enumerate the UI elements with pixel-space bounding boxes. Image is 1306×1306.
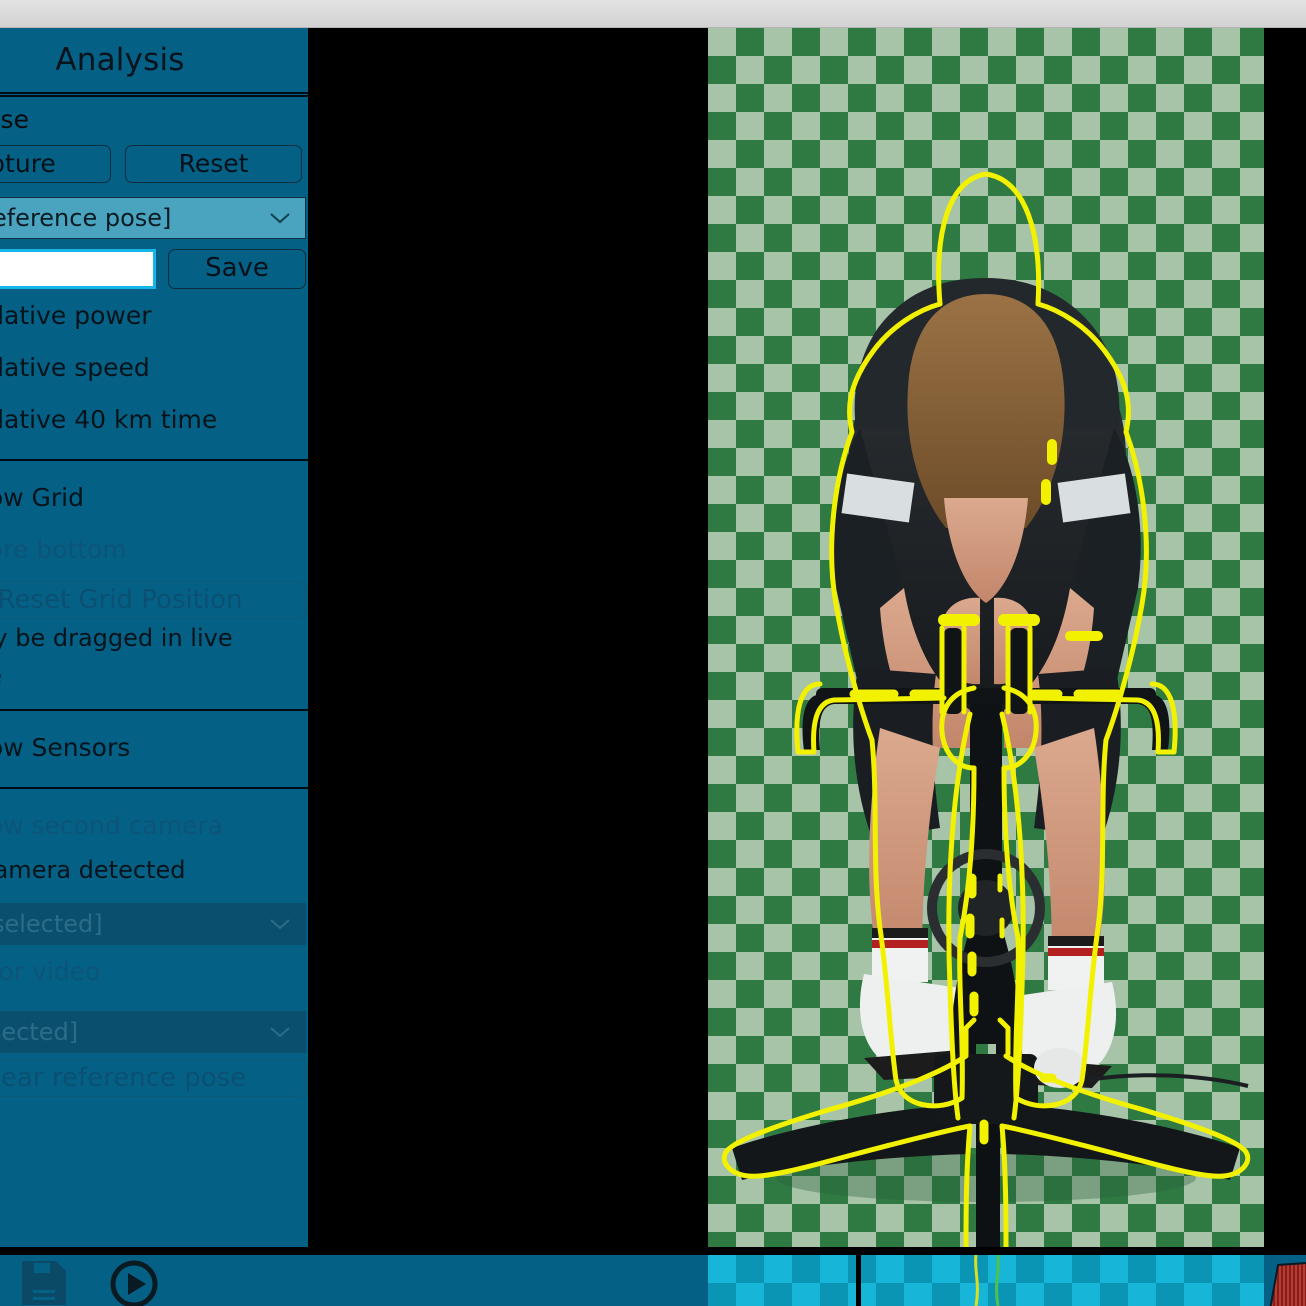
mini-chart-svg	[1266, 1255, 1306, 1306]
reset-button[interactable]: Reset	[125, 145, 302, 183]
source-select[interactable]: e selected]	[0, 1011, 306, 1053]
reference-pose-section-label: ce Pose	[0, 97, 308, 143]
mini-chart	[1266, 1255, 1306, 1306]
show-sensors-label: how Sensors	[0, 733, 130, 762]
metric-label: relative power	[0, 301, 152, 330]
grid-hint: n only be dragged in live mode	[0, 619, 308, 695]
mirror-video-row[interactable]: irror video	[0, 945, 308, 997]
analysis-panel: Analysis ce Pose pture Reset ed referenc…	[0, 28, 308, 1247]
capture-button[interactable]: pture	[0, 145, 111, 183]
reset-grid-position-button[interactable]: Reset Grid Position	[0, 581, 306, 619]
reference-pose-select[interactable]: ed reference pose]	[0, 197, 306, 239]
video-stage[interactable]	[308, 28, 1306, 1247]
grid-section-divider	[0, 459, 308, 461]
show-grid-row[interactable]: how Grid	[0, 471, 308, 523]
chevron-down-icon	[269, 212, 291, 224]
clear-reference-pose-button[interactable]: lear reference pose	[0, 1059, 306, 1097]
app-root: Analysis ce Pose pture Reset ed referenc…	[0, 0, 1306, 1306]
timeline-playhead[interactable]	[856, 1255, 861, 1306]
rider-image	[708, 28, 1264, 1247]
bottom-toolbar	[0, 1251, 1306, 1306]
ignore-bottom-label: nore bottom	[0, 535, 127, 564]
window-titlebar	[0, 0, 1306, 28]
reference-pose-select-value: ed reference pose]	[0, 204, 171, 232]
timeline-trace	[708, 1255, 1264, 1306]
toolbar-buttons	[18, 1259, 160, 1306]
metric-row-relative-power[interactable]: relative power	[0, 289, 308, 341]
camera-select-value: era selected]	[0, 910, 103, 938]
metric-row-relative-40km-time[interactable]: relative 40 km time	[0, 393, 308, 445]
show-grid-label: how Grid	[0, 483, 84, 512]
show-sensors-row[interactable]: how Sensors	[0, 721, 308, 773]
camera-select[interactable]: era selected]	[0, 903, 306, 945]
camera-status-text: ary camera detected	[0, 851, 308, 889]
camera-section-divider	[0, 787, 308, 789]
metric-label: relative 40 km time	[0, 405, 217, 434]
page-title: Analysis	[0, 28, 308, 86]
pose-name-input[interactable]: e	[0, 249, 156, 289]
play-circle-icon[interactable]	[108, 1259, 160, 1306]
save-button[interactable]: Save	[168, 249, 306, 289]
rider-silhouette-svg	[708, 28, 1264, 1247]
pose-name-row: e Save	[0, 249, 306, 289]
floppy-disk-icon[interactable]	[18, 1259, 70, 1306]
metric-label: relative speed	[0, 353, 150, 382]
sensors-section-divider	[0, 709, 308, 711]
ignore-bottom-row[interactable]: nore bottom	[0, 523, 308, 575]
video-canvas[interactable]	[708, 28, 1264, 1247]
mirror-video-label: irror video	[0, 957, 100, 986]
chevron-down-icon	[269, 1026, 291, 1038]
metric-row-relative-speed[interactable]: relative speed	[0, 341, 308, 393]
source-select-value: e selected]	[0, 1018, 78, 1046]
show-second-camera-label: how second camera	[0, 811, 223, 840]
stage-background-right	[1264, 28, 1306, 1247]
reference-pose-buttons: pture Reset	[0, 143, 308, 183]
chevron-down-icon	[269, 918, 291, 930]
show-second-camera-row[interactable]: how second camera	[0, 799, 308, 851]
timeline-strip[interactable]	[708, 1255, 1264, 1306]
